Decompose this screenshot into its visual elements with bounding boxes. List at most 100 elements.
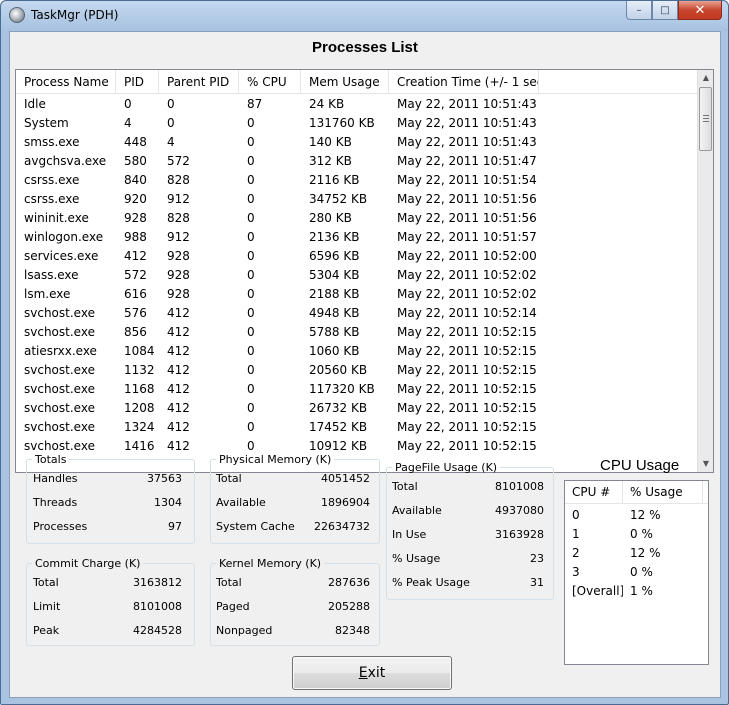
cpu-row[interactable]: 2 12 %	[565, 544, 703, 563]
vertical-scrollbar[interactable]: ▲ ▼	[697, 70, 713, 472]
title-bar[interactable]: TaskMgr (PDH) – □ ✕	[1, 1, 728, 31]
table-row[interactable]: svchost.exe 1168 412 0 117320 KB May 22, 2011…	[16, 380, 699, 399]
table-cell: 5304 KB	[309, 268, 360, 282]
table-cell: May 22, 2011 10:52:00 AM	[397, 249, 539, 263]
minimize-button[interactable]: –	[626, 1, 652, 20]
kernel-paged-label: Paged	[216, 600, 250, 613]
table-cell: svchost.exe	[24, 382, 95, 396]
kernel-paged-value: 205288	[328, 600, 370, 613]
table-cell: 572	[124, 268, 147, 282]
process-list-header: Process Name PID Parent PID% CPU Mem Usage C…	[16, 70, 699, 94]
pagefile-inuse-label: In Use	[392, 528, 427, 541]
table-cell: 0	[247, 249, 255, 263]
table-row[interactable]: avgchsva.exe 580 572 0 312 KB May 22, 2011 10…	[16, 152, 699, 171]
table-cell: 1168	[124, 382, 155, 396]
maximize-button[interactable]: □	[652, 1, 678, 20]
table-row[interactable]: lsass.exe 572 928 0 5304 KB May 22, 2011 10:5…	[16, 266, 699, 285]
scroll-down-arrow-icon[interactable]: ▼	[698, 456, 713, 472]
table-row[interactable]: wininit.exe 928 828 0 280 KB May 22, 2011 10:…	[16, 209, 699, 228]
table-cell: 412	[124, 249, 147, 263]
table-cell: 856	[124, 325, 147, 339]
scroll-thumb[interactable]	[699, 87, 712, 151]
window-controls: – □ ✕	[626, 1, 722, 21]
table-cell: 0	[247, 382, 255, 396]
physical-available-label: Available	[216, 496, 266, 509]
table-cell: 0	[124, 97, 132, 111]
table-row[interactable]: atiesrxx.exe 1084 412 0 1060 KB May 22, 2011 …	[16, 342, 699, 361]
pagefile-usage-value: 23	[530, 552, 544, 565]
table-row[interactable]: Idle 0 0 87 24 KB May 22, 2011 10:51:43 AM	[16, 95, 699, 114]
column-header[interactable]: Mem Usage	[301, 70, 389, 94]
table-cell: 0	[247, 211, 255, 225]
table-cell: 616	[124, 287, 147, 301]
cpu-id: 2	[572, 546, 580, 560]
table-cell: 572	[167, 154, 190, 168]
table-row[interactable]: svchost.exe 1208 412 0 26732 KB May 22, 2011 …	[16, 399, 699, 418]
table-row[interactable]: services.exe 412 928 0 6596 KB May 22, 2011 1…	[16, 247, 699, 266]
table-cell: 2116 KB	[309, 173, 360, 187]
table-cell: 0	[247, 363, 255, 377]
cpu-number-column-header[interactable]: CPU #	[565, 481, 623, 504]
table-cell: May 22, 2011 10:51:56 AM	[397, 211, 539, 225]
table-cell: May 22, 2011 10:51:43 AM	[397, 97, 539, 111]
table-cell: 0	[247, 135, 255, 149]
table-cell: winlogon.exe	[24, 230, 104, 244]
table-row[interactable]: svchost.exe 1132 412 0 20560 KB May 22, 2011 …	[16, 361, 699, 380]
table-cell: May 22, 2011 10:51:43 AM	[397, 116, 539, 130]
table-cell: 412	[167, 382, 190, 396]
table-row[interactable]: svchost.exe 576 412 0 4948 KB May 22, 2011 10…	[16, 304, 699, 323]
cpu-row[interactable]: 3 0 %	[565, 563, 703, 582]
table-cell: svchost.exe	[24, 306, 95, 320]
cpu-usage-list[interactable]: CPU # % Usage 0 12 % 1 0 % 2 12 % 3 0 % …	[564, 480, 709, 665]
cpu-percent: 0 %	[630, 565, 653, 579]
table-cell: avgchsva.exe	[24, 154, 107, 168]
table-row[interactable]: csrss.exe 840 828 0 2116 KB May 22, 2011 10:5…	[16, 171, 699, 190]
table-row[interactable]: svchost.exe 856 412 0 5788 KB May 22, 2011 10…	[16, 323, 699, 342]
table-row[interactable]: svchost.exe 1324 412 0 17452 KB May 22, 2011 …	[16, 418, 699, 437]
table-cell: 0	[247, 325, 255, 339]
table-cell: May 22, 2011 10:51:54 AM	[397, 173, 539, 187]
scroll-up-arrow-icon[interactable]: ▲	[698, 70, 713, 86]
table-cell: Idle	[24, 97, 46, 111]
table-cell: 1324	[124, 420, 155, 434]
table-row[interactable]: winlogon.exe 988 912 0 2136 KB May 22, 2011 1…	[16, 228, 699, 247]
column-header[interactable]: PID	[116, 70, 159, 94]
table-row[interactable]: lsm.exe 616 928 0 2188 KB May 22, 2011 10:52:…	[16, 285, 699, 304]
table-cell: 988	[124, 230, 147, 244]
table-row[interactable]: csrss.exe 920 912 0 34752 KB May 22, 2011 10:…	[16, 190, 699, 209]
cpu-row[interactable]: 0 12 %	[565, 506, 703, 525]
table-cell: 20560 KB	[309, 363, 368, 377]
cpu-percent-column-header[interactable]: % Usage	[623, 481, 703, 504]
cpu-percent: 1 %	[630, 584, 653, 598]
table-cell: May 22, 2011 10:52:02 AM	[397, 287, 539, 301]
table-cell: 117320 KB	[309, 382, 375, 396]
exit-button[interactable]: Exit	[292, 656, 452, 690]
table-cell: 0	[247, 306, 255, 320]
table-cell: System	[24, 116, 69, 130]
column-header[interactable]: Process Name	[16, 70, 116, 94]
table-row[interactable]: smss.exe 448 4 0 140 KB May 22, 2011 10:51:43…	[16, 133, 699, 152]
pagefile-available-value: 4937080	[495, 504, 544, 517]
window-title: TaskMgr (PDH)	[31, 8, 119, 22]
process-list[interactable]: Process Name PID Parent PID% CPU Mem Usage C…	[15, 69, 714, 473]
table-cell: svchost.exe	[24, 363, 95, 377]
column-header[interactable]: % CPU	[239, 70, 301, 94]
table-cell: 131760 KB	[309, 116, 375, 130]
table-cell: csrss.exe	[24, 173, 80, 187]
table-cell: svchost.exe	[24, 420, 95, 434]
threads-label: Threads	[33, 496, 78, 509]
table-cell: 2136 KB	[309, 230, 360, 244]
cpu-row[interactable]: [Overall] 1 %	[565, 582, 703, 601]
close-button[interactable]: ✕	[678, 1, 722, 20]
column-header[interactable]: Parent PID	[159, 70, 239, 94]
physical-available-value: 1896904	[321, 496, 370, 509]
client-area: Processes List Process Name PID Parent PID…	[9, 31, 721, 698]
pagefile-peak-value: 31	[530, 576, 544, 589]
kernel-total-value: 287636	[328, 576, 370, 589]
column-header[interactable]: Creation Time (+/- 1 sec)	[389, 70, 539, 94]
table-cell: 5788 KB	[309, 325, 360, 339]
table-cell: 1132	[124, 363, 155, 377]
table-row[interactable]: System 4 0 0 131760 KB May 22, 2011 10:51:43 …	[16, 114, 699, 133]
table-cell: 312 KB	[309, 154, 352, 168]
cpu-row[interactable]: 1 0 %	[565, 525, 703, 544]
